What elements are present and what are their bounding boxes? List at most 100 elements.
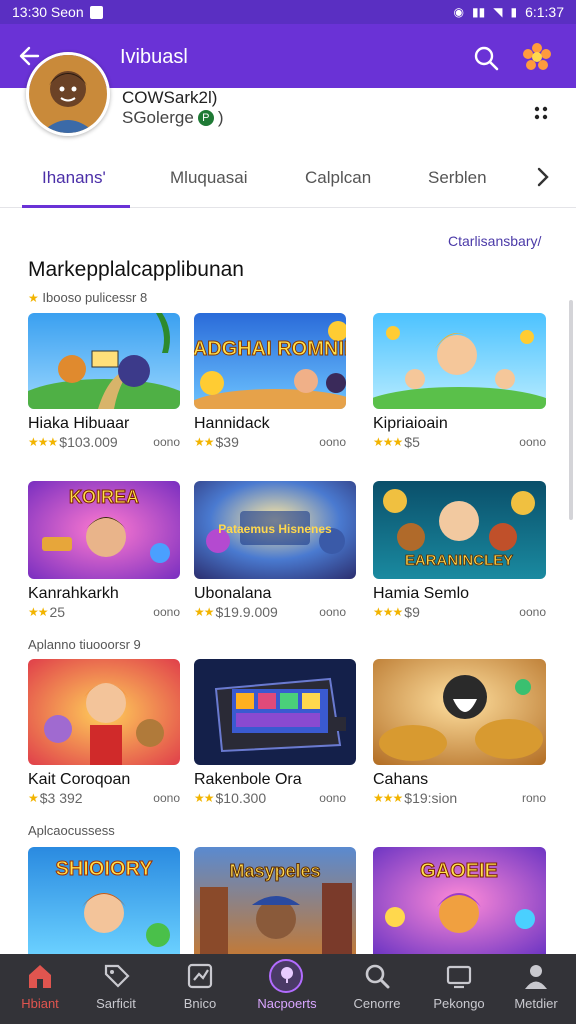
active-tab-indicator <box>22 205 130 208</box>
game-price: $39 <box>215 434 239 450</box>
thumb-title: GAOEIE <box>420 860 498 882</box>
section-subtitle: ★ Ibooso pulicessr 8 <box>28 290 147 305</box>
section-subtitle-text: Ibooso pulicessr 8 <box>42 290 148 305</box>
search-icon <box>474 46 499 71</box>
game-card[interactable]: Kait Coroqoan ★ $3 392 oono <box>28 659 180 806</box>
game-tag: oono <box>519 605 546 619</box>
status-time-left: 13:30 Seon <box>12 4 84 20</box>
game-card[interactable]: Rakenbole Ora ★★ $10.300 oono <box>194 659 356 806</box>
settings-button[interactable] <box>522 42 554 74</box>
game-card[interactable]: Pataemus Hisnenes Ubonalana ★★ $19.9.009… <box>194 481 356 620</box>
game-meta: ★★ $19.9.009 oono <box>194 604 346 620</box>
game-meta: ★★ $39 oono <box>194 434 346 450</box>
game-thumbnail: GAOEIE <box>373 847 546 954</box>
game-thumbnail: SADGHAI ROMNIES <box>194 313 346 409</box>
nav-label: Nacpoerts <box>257 996 317 1011</box>
game-tag: oono <box>519 435 546 449</box>
thumb-title: SHIOIORY <box>55 858 153 880</box>
game-tag: rono <box>521 791 546 805</box>
game-price: $19:sion <box>404 790 458 806</box>
game-meta: ★★★ $5 oono <box>373 434 546 450</box>
tab-bar: Ihanans' Mluquasai Calplcan Serblen <box>0 148 576 208</box>
game-meta: ★ $3 392 oono <box>28 790 180 806</box>
game-title: Rakenbole Ora <box>194 771 302 788</box>
notification-icon <box>89 5 103 19</box>
game-tag: oono <box>153 435 180 449</box>
thumb-title: Masypeles <box>229 861 320 881</box>
nav-item-stats[interactable]: Bnico <box>160 954 240 1024</box>
nav-item-active[interactable]: Nacpoerts <box>247 954 327 1024</box>
app-screen: 13:30 Seon ◉ ▮▮ ◥ ▮ 6:1:37 Ivibuasl COWS… <box>0 0 576 1024</box>
star-icon: ★ <box>28 291 39 305</box>
rating-stars-icon: ★★ <box>194 605 214 619</box>
thumb-title: EARANINCLEY <box>405 552 513 569</box>
coin-icon: P <box>197 110 214 126</box>
avatar-image <box>29 55 107 133</box>
nav-item-search-tag[interactable]: Sarficit <box>76 954 156 1024</box>
nav-item-profile[interactable]: Metdier <box>496 954 576 1024</box>
status-bar: 13:30 Seon ◉ ▮▮ ◥ ▮ 6:1:37 <box>0 0 576 24</box>
grid-dots-icon <box>534 106 548 120</box>
location-icon: ◉ <box>453 5 464 19</box>
game-card[interactable]: Masypeles <box>194 847 356 954</box>
nav-label: Cenorre <box>353 996 401 1011</box>
game-card[interactable]: Cahans ★★★ $19:sion rono <box>373 659 546 806</box>
game-card[interactable]: EARANINCLEY Hamia Semlo ★★★ $9 oono <box>373 481 546 620</box>
game-price: $103.009 <box>59 434 118 450</box>
rating-stars-icon: ★★★ <box>373 791 403 805</box>
thumb-title: Pataemus Hisnenes <box>218 522 332 536</box>
nav-item-screen[interactable]: Pekongo <box>419 954 499 1024</box>
tab-2[interactable]: Mluquasai <box>170 168 248 188</box>
game-title: Hannidack <box>194 415 270 432</box>
game-tag: oono <box>319 791 346 805</box>
game-thumbnail <box>373 313 546 409</box>
game-card[interactable]: SADGHAI ROMNIES Hannidack ★★ $39 oono <box>194 313 346 450</box>
tab-scroll-right-button[interactable] <box>534 164 552 190</box>
game-tag: oono <box>319 605 346 619</box>
more-options-button[interactable] <box>530 102 552 124</box>
game-title: Cahans <box>373 771 429 788</box>
rating-stars-icon: ★★ <box>194 435 214 449</box>
game-card[interactable]: GAOEIE <box>373 847 546 954</box>
avatar[interactable] <box>26 52 110 136</box>
nav-label: Bnico <box>183 996 217 1011</box>
section-subtitle-3: Aplcaocussess <box>28 823 115 838</box>
tab-4[interactable]: Serblen <box>428 168 487 188</box>
search-button[interactable] <box>472 44 502 74</box>
battery-icon: ▮ <box>510 5 518 19</box>
nav-item-search[interactable]: Cenorre <box>337 954 417 1024</box>
profile-sub-suffix: ) <box>217 108 224 127</box>
game-price: $10.300 <box>215 790 267 806</box>
search-icon <box>365 964 390 989</box>
tab-3[interactable]: Calplcan <box>305 168 371 188</box>
wifi-icon: ◥ <box>493 5 503 19</box>
game-card[interactable]: Hiaka Hibuaar ★★★ $103.009 oono <box>28 313 180 450</box>
game-title: Kipriaioain <box>373 415 448 432</box>
scrollbar[interactable] <box>569 300 573 520</box>
profile-name: COWSark2l) <box>122 88 218 107</box>
rating-stars-icon: ★★★ <box>28 435 58 449</box>
game-thumbnail: SHIOIORY <box>28 847 180 954</box>
game-meta: ★★★ $19:sion rono <box>373 790 546 806</box>
nav-label: Metdier <box>514 996 558 1011</box>
game-card[interactable]: SHIOIORY <box>28 847 180 954</box>
thumb-title: SADGHAI ROMNIES <box>194 338 346 360</box>
game-card[interactable]: KOIREA Kanrahkarkh ★★ 25 oono <box>28 481 180 620</box>
game-title: Hiaka Hibuaar <box>28 415 130 432</box>
nav-label: Sarficit <box>96 996 136 1011</box>
see-all-link[interactable]: Ctarlisansbary/ <box>448 233 541 249</box>
game-title: Ubonalana <box>194 585 272 602</box>
nav-item-home[interactable]: Hbiant <box>0 954 80 1024</box>
game-meta: ★★ 25 oono <box>28 604 180 620</box>
app-title: Ivibuasl <box>120 46 188 68</box>
profile-sub-label: SGolerge <box>122 108 194 127</box>
flower-gear-icon <box>523 43 551 70</box>
game-price: 25 <box>49 604 66 620</box>
thumb-title: KOIREA <box>69 487 139 507</box>
game-card[interactable]: Kipriaioain ★★★ $5 oono <box>373 313 546 450</box>
game-price: $3 392 <box>39 790 83 806</box>
section-subtitle-2: Aplanno tiuooorsr 9 <box>28 637 141 652</box>
rating-stars-icon: ★★★ <box>373 605 403 619</box>
tab-1[interactable]: Ihanans' <box>42 168 106 188</box>
rating-stars-icon: ★ <box>28 791 39 805</box>
